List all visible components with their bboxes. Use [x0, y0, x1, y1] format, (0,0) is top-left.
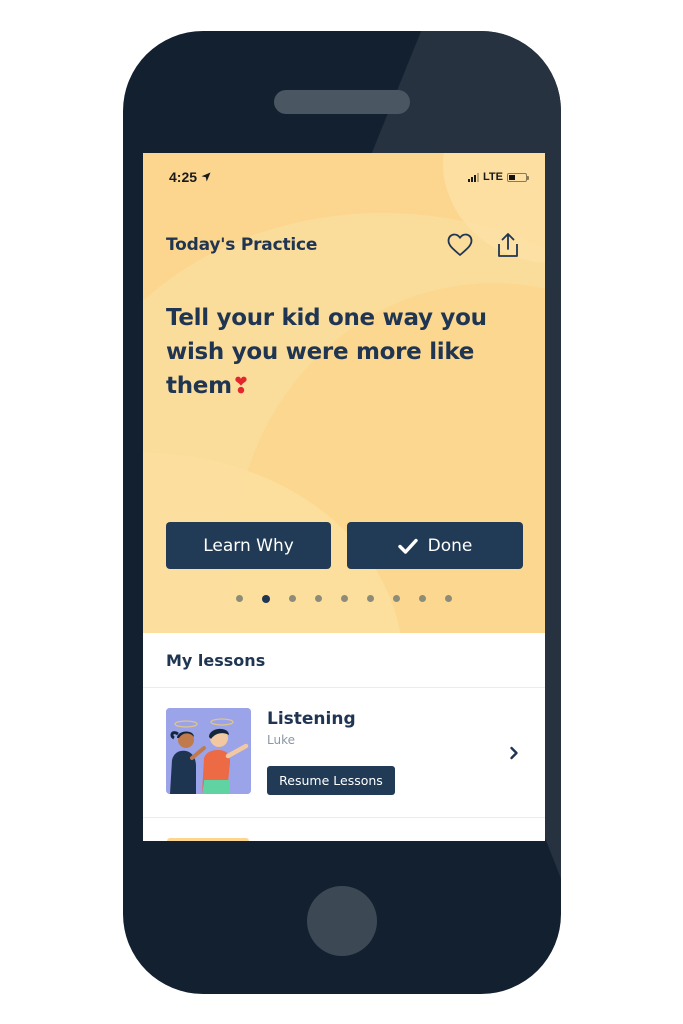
pagination-dot[interactable] — [315, 595, 322, 602]
app-screen: 4:25 LTE Today's Practice Tell your kid … — [143, 153, 545, 841]
pagination-dot[interactable] — [341, 595, 348, 602]
share-button[interactable] — [494, 231, 522, 259]
lesson-child-name: Luke — [267, 733, 295, 747]
network-label: LTE — [483, 171, 503, 183]
resume-lessons-button[interactable]: Resume Lessons — [267, 766, 395, 795]
pagination-dot[interactable] — [419, 595, 426, 602]
heart-outline-icon — [447, 233, 473, 256]
lesson-title: Listening — [267, 709, 356, 729]
phone-speaker — [274, 90, 410, 114]
pagination-dot[interactable] — [236, 595, 243, 602]
pagination-dot[interactable] — [393, 595, 400, 602]
pagination-dots — [143, 594, 545, 603]
practice-actions: Learn Why Done — [166, 522, 523, 569]
practice-prompt: Tell your kid one way you wish you were … — [166, 301, 516, 404]
learn-why-button[interactable]: Learn Why — [166, 522, 331, 569]
lesson-item[interactable]: Listening Luke Resume Lessons — [143, 688, 545, 818]
pagination-dot-active[interactable] — [262, 594, 270, 603]
lesson-thumbnail — [166, 708, 251, 794]
pagination-dot[interactable] — [367, 595, 374, 602]
two-kids-illustration — [166, 708, 251, 794]
pagination-dot[interactable] — [289, 595, 296, 602]
my-lessons-title: My lessons — [166, 650, 266, 670]
todays-practice-card: 4:25 LTE Today's Practice Tell your kid … — [143, 153, 545, 633]
pagination-dot[interactable] — [445, 595, 452, 602]
done-label: Done — [427, 535, 473, 556]
favorite-button[interactable] — [446, 231, 474, 259]
my-lessons-header: My lessons — [143, 633, 545, 688]
hero-header: Today's Practice — [166, 231, 522, 259]
status-time-group: 4:25 — [169, 169, 211, 185]
checkmark-icon — [397, 538, 418, 554]
status-bar: 4:25 LTE — [143, 153, 545, 201]
status-indicators: LTE — [468, 171, 529, 183]
lesson-open-button[interactable] — [505, 743, 523, 763]
battery-icon — [507, 172, 529, 182]
chevron-right-icon — [510, 746, 518, 760]
hero-actions — [446, 231, 522, 259]
section-title: Today's Practice — [166, 235, 318, 255]
next-lesson-thumbnail-peek — [167, 838, 249, 841]
prompt-text: Tell your kid one way you wish you were … — [166, 305, 487, 399]
signal-bars-icon — [468, 172, 480, 182]
learn-why-label: Learn Why — [203, 535, 294, 556]
location-arrow-icon — [201, 172, 211, 182]
share-icon — [498, 233, 518, 257]
status-time: 4:25 — [169, 169, 198, 185]
home-button[interactable] — [307, 886, 377, 956]
done-button[interactable]: Done — [347, 522, 523, 569]
heart-exclamation-icon: ❣ — [231, 374, 250, 399]
